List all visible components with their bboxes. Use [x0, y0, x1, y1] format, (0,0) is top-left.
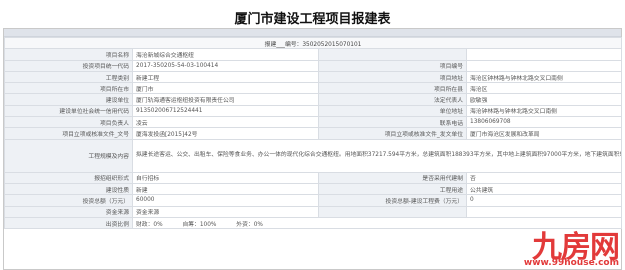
table-row: 资金来源 资金来源 [4, 205, 623, 218]
row-value: 海沧区钟林路与钟林北路交叉口南侧 [465, 70, 623, 84]
row-value: 海沧钟林路与钟林北路交叉口南侧 [465, 104, 623, 118]
header-row: 报建___编号：3502052015070101 [3, 36, 623, 50]
row-value: 厦海发投函[2015]42号 [132, 127, 319, 140]
table-row: 建设单位社会统一信用代码 913502006712524441 单位地址 海沧钟… [4, 104, 623, 118]
table-row: 项目名称 海沧新城综合交通枢纽 [4, 48, 623, 61]
row-label: 投资总额（万元） [4, 194, 133, 207]
funding-pct: 0% [153, 221, 163, 228]
report-number: 报建___编号：3502052015070101 [3, 36, 623, 50]
row-label: 项目地址 [318, 70, 467, 84]
scale-row: 工程规模及内容 拟建长途客运、公交、出租车、保险等食业务、办公一体的现代化综合交… [4, 138, 623, 173]
row-value: 资金来源 [132, 205, 319, 218]
row-value: 2017-350205-54-03-100414 [132, 59, 319, 72]
table-row: 投资总额（万元） 60000 投资总额-建设工程费（万元） 0 [4, 194, 623, 207]
row-value: 公共建筑 [465, 182, 623, 196]
row-label: 资金来源 [4, 205, 133, 218]
report-form: 报建___编号：3502052015070101 项目名称 海沧新城综合交通枢纽… [3, 28, 623, 270]
table-row: 项目所在市 厦门市 项目所在县 海沧区 [4, 82, 623, 95]
page-title: 厦门市建设工程项目报建表 [234, 12, 391, 27]
funding-pct: 100% [199, 221, 217, 228]
funding-row: 出资比例 财政：0% 自筹：100% 外资：0% [4, 216, 623, 230]
row-label: 项目立项或核准文件_发文单位 [318, 127, 467, 140]
row-label: 项目编号 [318, 59, 467, 72]
row-value: 自行招标 [132, 171, 319, 184]
row-value: 否 [465, 171, 623, 184]
row-label: 项目名称 [4, 48, 133, 61]
row-label: 投资项目统一代码 [4, 59, 133, 72]
row-label: 法定代表人 [318, 93, 467, 106]
row-value [465, 48, 623, 61]
row-value: 欧敏强 [465, 93, 623, 106]
row-value [465, 59, 623, 72]
row-value: 厦门市海沧区发展和改革局 [465, 127, 623, 140]
table-row: 报招组织形式 自行招标 是否采用代建制 否 [4, 171, 623, 184]
table-row: 建设单位 厦门轨海通客运枢纽投资有限责任公司 法定代表人 欧敏强 [4, 93, 623, 106]
scale-label: 工程规模及内容 [4, 138, 133, 173]
funding-pct: 0% [253, 221, 263, 228]
funding-item: 自筹：100% [182, 222, 216, 228]
report-table: 报建___编号：3502052015070101 项目名称 海沧新城综合交通枢纽… [3, 36, 623, 230]
table-row: 建设性质 新建 工程用途 公共建筑 [4, 182, 623, 196]
row-label: 项目立项或核准文件_文号 [4, 127, 133, 140]
table-row: 项目立项或核准文件_文号 厦海发投函[2015]42号 项目立项或核准文件_发文… [4, 127, 623, 140]
row-value: 厦门市 [132, 82, 319, 95]
funding-item: 外资：0% [236, 222, 263, 228]
table-row: 项目负责人 凌云 联系电话 13806069708 [4, 116, 623, 129]
row-label: 投资总额-建设工程费（万元） [318, 194, 467, 207]
funding-name: 财政： [136, 221, 154, 228]
row-label: 是否采用代建制 [318, 171, 467, 184]
funding-name: 外资： [236, 221, 254, 228]
row-value: 海沧新城综合交通枢纽 [132, 48, 319, 61]
row-label: 报招组织形式 [4, 171, 133, 184]
row-value: 60000 [132, 194, 319, 207]
row-value: 厦门轨海通客运枢纽投资有限责任公司 [132, 93, 319, 106]
row-label [318, 48, 467, 61]
row-value [465, 205, 623, 218]
row-label: 建设单位 [4, 93, 133, 106]
table-row: 投资项目统一代码 2017-350205-54-03-100414 项目编号 [4, 59, 623, 72]
row-label: 项目所在县 [318, 82, 467, 95]
row-value: 海沧区 [465, 82, 623, 95]
row-label: 工程用途 [318, 182, 467, 196]
scale-text: 拟建长途客运、公交、出租车、保险等食业务、办公一体的现代化综合交通枢纽。用地面积… [131, 138, 623, 173]
row-value: 13806069708 [465, 116, 623, 129]
table-row: 工程类别 新建工程 项目地址 海沧区钟林路与钟林北路交叉口南侧 [4, 70, 623, 84]
row-label: 建设单位社会统一信用代码 [4, 104, 133, 118]
row-value: 凌云 [132, 116, 319, 129]
row-label: 建设性质 [4, 182, 133, 196]
funding-label: 出资比例 [4, 216, 133, 230]
row-label: 联系电话 [318, 116, 467, 129]
row-value: 0 [465, 194, 623, 207]
row-value: 913502006712524441 [132, 104, 319, 118]
row-value: 新建 [132, 182, 319, 196]
row-label: 单位地址 [318, 104, 467, 118]
funding-item: 财政：0% [136, 222, 163, 228]
row-label: 项目负责人 [4, 116, 133, 129]
row-label: 工程类别 [4, 70, 133, 84]
row-label: 项目所在市 [4, 82, 133, 95]
funding-values: 财政：0% 自筹：100% 外资：0% [131, 216, 623, 230]
row-value: 新建工程 [132, 70, 319, 84]
funding-name: 自筹： [182, 221, 200, 228]
row-label [318, 205, 467, 218]
form-top-band [4, 29, 621, 37]
